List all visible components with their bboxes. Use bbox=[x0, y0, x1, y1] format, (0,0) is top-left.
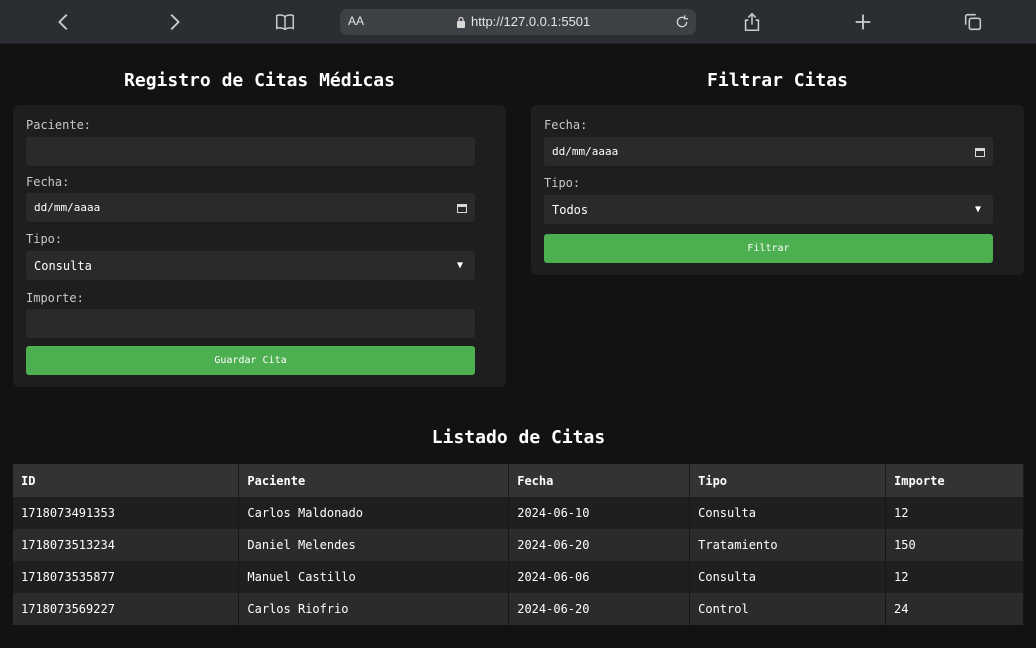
filter-date-input[interactable]: dd/mm/aaaa bbox=[544, 137, 993, 166]
cell-type: Consulta bbox=[689, 561, 887, 593]
cell-patient: Carlos Maldonado bbox=[238, 497, 510, 529]
cell-patient: Carlos Riofrio bbox=[238, 593, 510, 625]
forward-icon[interactable] bbox=[160, 8, 188, 36]
patient-label: Paciente: bbox=[26, 118, 92, 132]
calendar-icon[interactable] bbox=[457, 203, 467, 213]
date-input[interactable]: dd/mm/aaaa bbox=[26, 193, 475, 222]
filter-panel: Fecha: dd/mm/aaaa Tipo: Todos ▼ Filtrar bbox=[531, 105, 1024, 275]
table-header-row: ID Paciente Fecha Tipo Importe bbox=[13, 464, 1024, 497]
column-header-amount: Importe bbox=[885, 464, 1024, 497]
chevron-down-icon: ▼ bbox=[456, 260, 463, 271]
filter-button[interactable]: Filtrar bbox=[544, 234, 993, 263]
cell-type: Consulta bbox=[689, 497, 887, 529]
chevron-down-icon: ▼ bbox=[974, 204, 981, 215]
cell-type: Tratamiento bbox=[689, 529, 887, 561]
text-size-button[interactable]: AA bbox=[348, 14, 364, 28]
date-value: dd/mm/aaaa bbox=[34, 201, 101, 214]
book-icon[interactable] bbox=[271, 8, 299, 36]
table-row: 1718073513234 Daniel Melendes 2024-06-20… bbox=[13, 529, 1024, 561]
cell-patient: Manuel Castillo bbox=[238, 561, 510, 593]
column-header-date: Fecha bbox=[508, 464, 691, 497]
filter-type-label: Tipo: bbox=[544, 176, 581, 190]
lock-icon bbox=[457, 16, 465, 28]
cell-amount: 12 bbox=[885, 561, 1024, 593]
cell-patient: Daniel Melendes bbox=[238, 529, 510, 561]
cell-type: Control bbox=[689, 593, 887, 625]
table-row: 1718073569227 Carlos Riofrio 2024-06-20 … bbox=[13, 593, 1024, 625]
cell-date: 2024-06-10 bbox=[508, 497, 691, 529]
table-row: 1718073535877 Manuel Castillo 2024-06-06… bbox=[13, 561, 1024, 593]
table-row: 1718073491353 Carlos Maldonado 2024-06-1… bbox=[13, 497, 1024, 529]
filter-date-label: Fecha: bbox=[544, 118, 588, 132]
filter-date-value: dd/mm/aaaa bbox=[552, 145, 619, 158]
reload-icon[interactable] bbox=[672, 12, 692, 32]
cell-id: 1718073569227 bbox=[13, 593, 240, 625]
patient-input[interactable] bbox=[26, 137, 475, 166]
plus-icon[interactable] bbox=[849, 8, 877, 36]
cell-amount: 12 bbox=[885, 497, 1024, 529]
amount-label: Importe: bbox=[26, 291, 84, 305]
filter-type-selected: Todos bbox=[552, 202, 589, 217]
column-header-id: ID bbox=[13, 464, 240, 497]
register-title: Registro de Citas Médicas bbox=[124, 70, 395, 91]
type-selected: Consulta bbox=[34, 258, 92, 273]
cell-date: 2024-06-20 bbox=[508, 593, 691, 625]
cell-id: 1718073513234 bbox=[13, 529, 240, 561]
register-panel: Paciente: Fecha: dd/mm/aaaa Tipo: Consul… bbox=[13, 105, 506, 387]
cell-date: 2024-06-06 bbox=[508, 561, 691, 593]
calendar-icon[interactable] bbox=[975, 147, 985, 157]
share-icon[interactable] bbox=[738, 8, 766, 36]
cell-amount: 150 bbox=[885, 529, 1024, 561]
cell-date: 2024-06-20 bbox=[508, 529, 691, 561]
back-icon[interactable] bbox=[50, 8, 78, 36]
column-header-type: Tipo bbox=[689, 464, 887, 497]
tabs-icon[interactable] bbox=[959, 8, 987, 36]
type-label: Tipo: bbox=[26, 232, 63, 246]
cell-id: 1718073535877 bbox=[13, 561, 240, 593]
cell-amount: 24 bbox=[885, 593, 1024, 625]
cell-id: 1718073491353 bbox=[13, 497, 240, 529]
save-appointment-button[interactable]: Guardar Cita bbox=[26, 346, 475, 375]
listing-title: Listado de Citas bbox=[431, 427, 606, 448]
url-display: http://127.0.0.1:5501 bbox=[456, 14, 590, 29]
browser-toolbar: AA http://127.0.0.1:5501 bbox=[0, 0, 1036, 44]
filter-title: Filtrar Citas bbox=[707, 70, 848, 91]
type-select[interactable]: Consulta ▼ bbox=[26, 251, 475, 280]
column-header-patient: Paciente bbox=[238, 464, 510, 497]
amount-input[interactable] bbox=[26, 309, 475, 338]
url-text: http://127.0.0.1:5501 bbox=[471, 14, 591, 29]
address-bar[interactable]: AA http://127.0.0.1:5501 bbox=[340, 9, 696, 35]
appointments-table: ID Paciente Fecha Tipo Importe 171807349… bbox=[13, 464, 1024, 625]
date-label: Fecha: bbox=[26, 175, 70, 189]
filter-type-select[interactable]: Todos ▼ bbox=[544, 195, 993, 224]
